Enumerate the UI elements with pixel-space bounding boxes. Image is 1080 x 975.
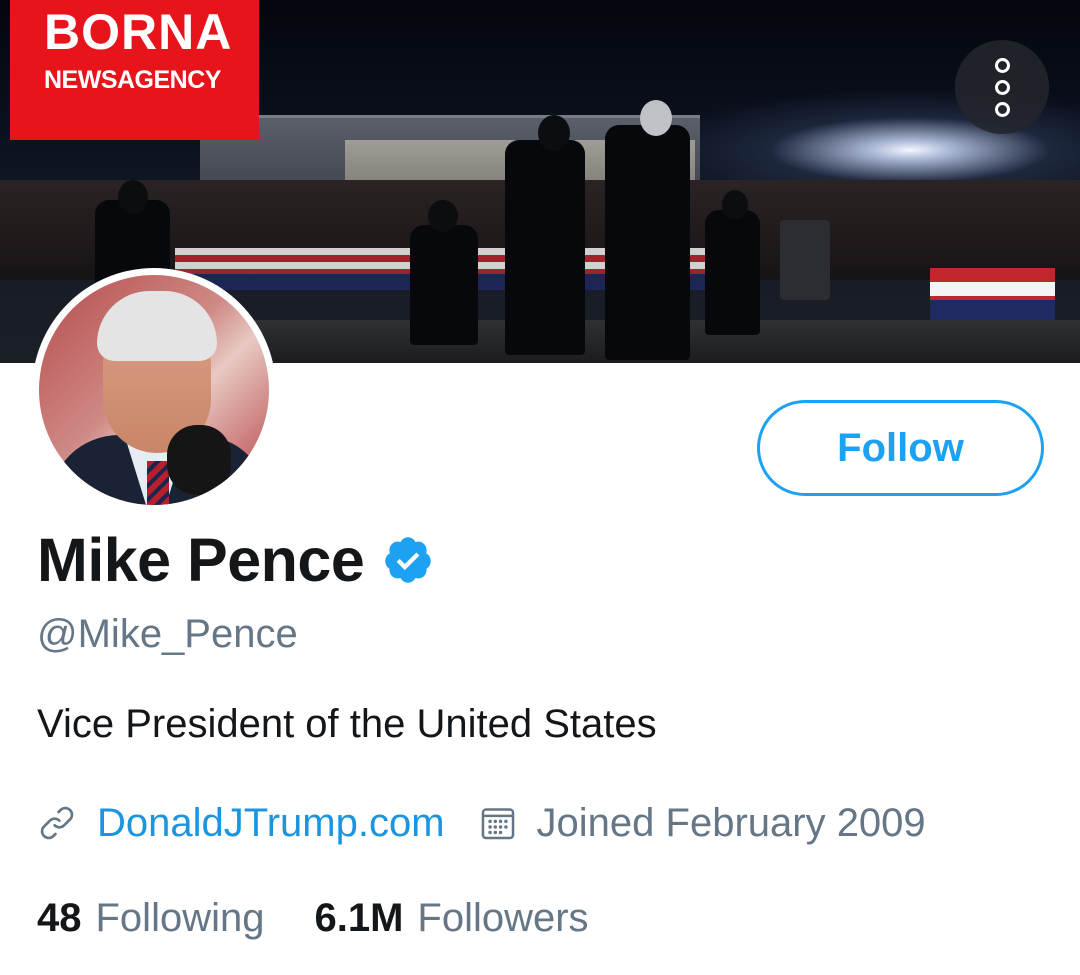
user-handle: @Mike_Pence (37, 612, 298, 656)
followers-count: 6.1M (314, 895, 404, 940)
banner-figure (705, 210, 760, 335)
avatar-tie (147, 461, 169, 505)
calendar-icon (481, 808, 514, 840)
following-count: 48 (37, 895, 82, 940)
banner-figure-head (118, 180, 148, 214)
following-count-link[interactable]: 48 Following (37, 896, 264, 941)
user-bio: Vice President of the United States (37, 702, 657, 746)
banner-figure (410, 225, 478, 345)
logo-line-2: NEWSAGENCY (44, 66, 221, 94)
more-vertical-icon (994, 79, 1010, 95)
avatar[interactable] (32, 268, 276, 512)
banner-figure-head (722, 190, 748, 220)
display-name-row: Mike Pence (37, 525, 434, 595)
profile-stats-row: 48 Following 6.1M Followers (37, 890, 589, 946)
avatar-microphone (167, 425, 231, 495)
banner-podium (780, 220, 830, 300)
followers-count-link[interactable]: 6.1M Followers (314, 896, 588, 941)
follow-button[interactable]: Follow (757, 400, 1044, 496)
website-link[interactable]: DonaldJTrump.com (97, 801, 445, 846)
joined-date: Joined February 2009 (536, 800, 926, 845)
news-agency-logo: BORNA NEWSAGENCY (10, 0, 259, 140)
more-vertical-icon (994, 57, 1010, 73)
banner-figure-head (428, 200, 458, 232)
link-icon (40, 806, 74, 840)
avatar-photo (39, 275, 269, 505)
banner-figure (505, 140, 585, 355)
verified-badge-icon (385, 537, 432, 583)
more-options-button[interactable] (955, 40, 1049, 134)
following-label: Following (95, 895, 265, 940)
logo-line-1: BORNA (44, 4, 233, 60)
banner-figure-head (640, 100, 672, 136)
banner-figure (605, 125, 690, 360)
avatar-hair (97, 291, 217, 361)
banner-figure-head (538, 115, 570, 151)
profile-meta-row: DonaldJTrump.com Joined February 2009 (37, 795, 926, 851)
display-name: Mike Pence (37, 526, 365, 594)
more-vertical-icon (994, 101, 1010, 117)
followers-label: Followers (417, 895, 589, 940)
